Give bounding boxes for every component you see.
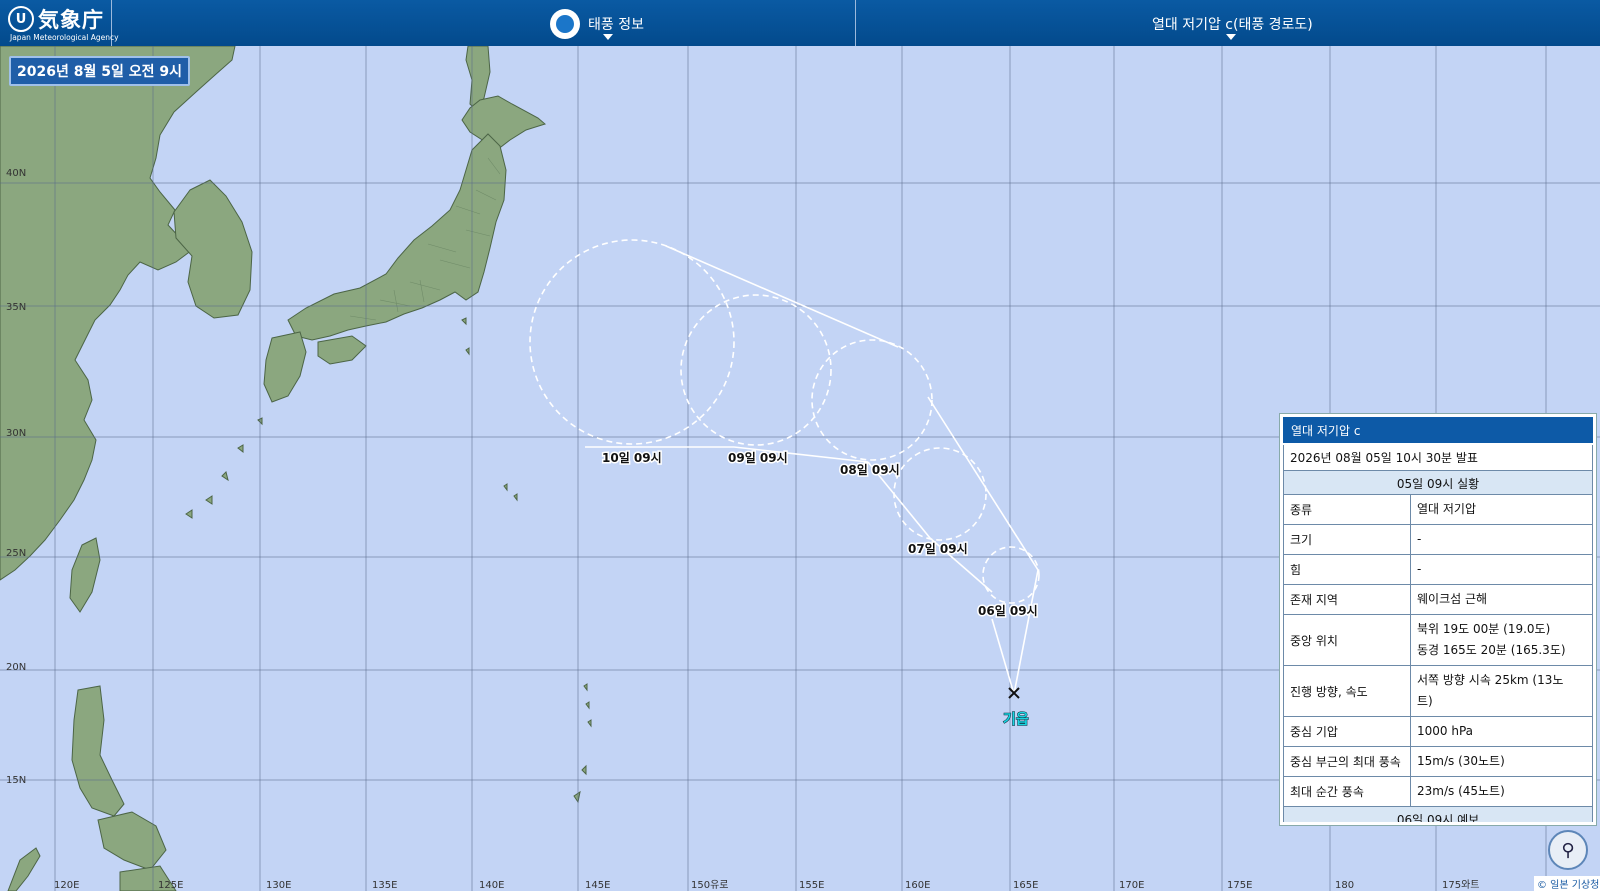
row-key: 중심 기압: [1284, 717, 1411, 746]
panel-row-type: 종류 열대 저기압: [1283, 495, 1593, 525]
row-value: 북위 19도 00분 (19.0도) 동경 165도 20분 (165.3도): [1411, 615, 1592, 665]
row-value: 1000 hPa: [1417, 724, 1474, 738]
jma-logo[interactable]: U 気象庁 Japan Meteorological Agency: [0, 0, 119, 46]
storm-select-menu[interactable]: 열대 저기압 c(태풍 경로도): [856, 0, 1600, 46]
copyright: © 일본 기상청: [1534, 876, 1600, 891]
lat-label: 20N: [6, 662, 26, 673]
row-value: 웨이크섬 근해: [1417, 592, 1488, 606]
row-key: 진행 방향, 속도: [1284, 666, 1411, 716]
panel-row-gust: 최대 순간 풍속 23m/s (45노트): [1283, 777, 1593, 807]
typhoon-info-label: 태풍 정보: [588, 17, 644, 33]
row-key: 중앙 위치: [1284, 615, 1411, 665]
panel-row-max-wind: 중심 부근의 최대 풍속 15m/s (30노트): [1283, 747, 1593, 777]
lon-label: 140E: [479, 880, 504, 891]
row-value: 23m/s (45노트): [1417, 784, 1505, 798]
forecast-label-06: 06일 09시: [978, 604, 1038, 618]
row-key: 크기: [1284, 525, 1411, 554]
lon-label: 125E: [158, 880, 183, 891]
typhoon-icon: [550, 9, 580, 39]
panel-row-motion: 진행 방향, 속도 서쪽 방향 시속 25km (13노트): [1283, 666, 1593, 717]
jma-emblem-icon: U: [8, 6, 34, 32]
row-value-line: 북위 19도 00분 (19.0도): [1417, 622, 1551, 636]
top-bar: U 気象庁 Japan Meteorological Agency 태풍 정보 …: [0, 0, 1600, 46]
chevron-down-icon: [603, 34, 613, 40]
storm-info-panel: 열대 저기압 c 2026년 08월 05일 10시 30분 발표 05일 09…: [1280, 414, 1596, 825]
forecast-label-10: 10일 09시: [602, 451, 662, 465]
panel-forecast-header: 06일 09시 예보: [1283, 807, 1593, 822]
row-key: 존재 지역: [1284, 585, 1411, 614]
panel-row-area: 존재 지역 웨이크섬 근해: [1283, 585, 1593, 615]
forecast-label-09: 09일 09시: [728, 451, 788, 465]
lon-label: 150유로: [691, 879, 729, 891]
panel-current-header: 05일 09시 실황: [1283, 471, 1593, 495]
row-key: 힘: [1284, 555, 1411, 584]
row-value: -: [1417, 562, 1422, 576]
origin-label: 기읍: [1003, 712, 1029, 728]
lon-label: 160E: [905, 880, 930, 891]
panel-row-pressure: 중심 기압 1000 hPa: [1283, 717, 1593, 747]
lon-label: 170E: [1119, 880, 1144, 891]
lon-label: 175와트: [1442, 879, 1480, 891]
row-key: 중심 부근의 최대 풍속: [1284, 747, 1411, 776]
lat-label: 35N: [6, 302, 26, 313]
panel-issued: 2026년 08월 05일 10시 30분 발표: [1283, 445, 1593, 471]
forecast-label-08: 08일 09시: [840, 463, 900, 477]
row-value-line: 서쪽 방향 시속 25km (13노: [1417, 673, 1564, 687]
lon-label: 135E: [372, 880, 397, 891]
lat-label: 25N: [6, 548, 26, 559]
logo-subtext: Japan Meteorological Agency: [10, 33, 119, 42]
row-key: 종류: [1284, 495, 1411, 524]
row-value-line: 동경 165도 20분 (165.3도): [1417, 643, 1566, 657]
row-value: 15m/s (30노트): [1417, 754, 1505, 768]
search-icon: ⚲: [1561, 839, 1575, 861]
storm-select-label: 열대 저기압 c(태풍 경로도): [1152, 17, 1313, 33]
row-key: 최대 순간 풍속: [1284, 777, 1411, 806]
lat-label: 40N: [6, 168, 26, 179]
row-value: 열대 저기압: [1417, 502, 1477, 516]
typhoon-info-menu[interactable]: 태풍 정보: [112, 0, 856, 46]
panel-row-strength: 힘 -: [1283, 555, 1593, 585]
panel-row-size: 크기 -: [1283, 525, 1593, 555]
lon-label: 145E: [585, 880, 610, 891]
row-value-line: 트): [1417, 694, 1433, 708]
logo-text: 気象庁: [38, 8, 104, 32]
lon-label: 130E: [266, 880, 291, 891]
row-value: 서쪽 방향 시속 25km (13노트): [1411, 666, 1592, 716]
forecast-label-07: 07일 09시: [908, 542, 968, 556]
chevron-down-icon: [1226, 34, 1236, 40]
row-value: -: [1417, 532, 1422, 546]
lat-label: 15N: [6, 775, 26, 786]
lon-label: 180: [1335, 880, 1354, 891]
panel-row-center: 중앙 위치 북위 19도 00분 (19.0도) 동경 165도 20분 (165…: [1283, 615, 1593, 666]
search-button[interactable]: ⚲: [1548, 830, 1588, 870]
lon-label: 175E: [1227, 880, 1252, 891]
lon-label: 155E: [799, 880, 824, 891]
panel-title: 열대 저기압 c: [1283, 417, 1593, 445]
lon-label: 120E: [54, 880, 79, 891]
lat-label: 30N: [6, 428, 26, 439]
lon-label: 165E: [1013, 880, 1038, 891]
date-badge: 2026년 8월 5일 오전 9시: [9, 56, 190, 86]
